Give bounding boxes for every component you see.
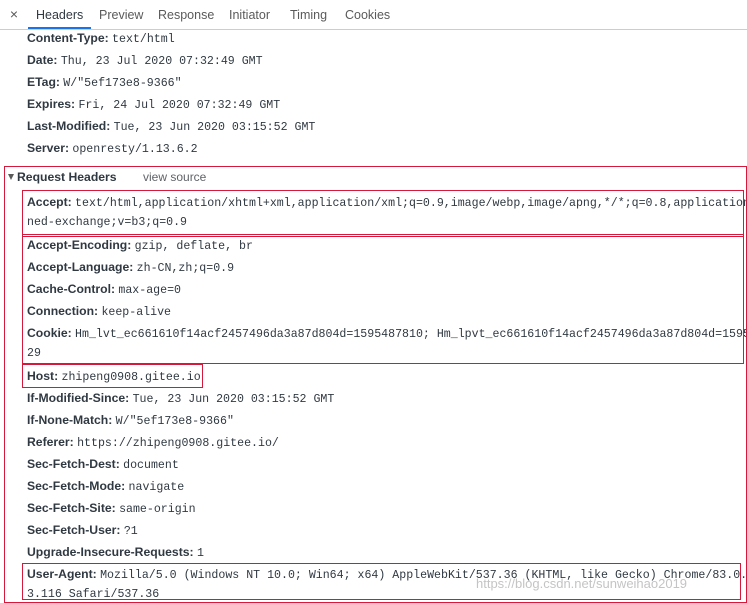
header-name: Accept-Encoding:: [27, 238, 132, 252]
header-value: text/html: [112, 33, 175, 46]
header-value: W/"5ef173e8-9366": [115, 415, 234, 428]
request-header-row: Cache-Control: max-age=0: [27, 282, 181, 298]
header-name: Accept-Language:: [27, 260, 134, 274]
header-value: zhipeng0908.gitee.io: [61, 371, 201, 384]
header-name: Upgrade-Insecure-Requests:: [27, 545, 194, 559]
tab-headers[interactable]: Headers: [28, 0, 92, 29]
section-title: Request Headers: [17, 170, 117, 184]
header-name: Accept:: [27, 195, 72, 209]
tab-preview[interactable]: Preview: [91, 0, 151, 29]
tab-bar: × Headers Preview Response Initiator Tim…: [0, 0, 747, 30]
response-header-row: Date: Thu, 23 Jul 2020 07:32:49 GMT: [27, 53, 263, 69]
header-value: 1: [196, 547, 204, 560]
response-header-row: ETag: W/"5ef173e8-9366": [27, 75, 182, 91]
header-name: Cookie:: [27, 326, 72, 340]
header-name: Content-Type:: [27, 31, 109, 45]
header-name: Server:: [27, 141, 70, 155]
header-value: zh-CN,zh;q=0.9: [136, 262, 235, 275]
header-value: max-age=0: [118, 284, 181, 297]
header-value: Fri, 24 Jul 2020 07:32:49 GMT: [78, 99, 281, 112]
response-header-row: Expires: Fri, 24 Jul 2020 07:32:49 GMT: [27, 97, 280, 113]
header-value: text/html,application/xhtml+xml,applicat…: [75, 197, 747, 210]
header-name: Last-Modified:: [27, 119, 111, 133]
header-name: Host:: [27, 369, 59, 383]
header-name: Sec-Fetch-Site:: [27, 501, 116, 515]
tab-cookies[interactable]: Cookies: [337, 0, 398, 29]
header-name: Sec-Fetch-Mode:: [27, 479, 126, 493]
header-name: If-Modified-Since:: [27, 391, 130, 405]
header-value: gzip, deflate, br: [134, 240, 253, 253]
tab-initiator[interactable]: Initiator: [221, 0, 278, 29]
header-value-continuation: 3.116 Safari/537.36: [27, 588, 160, 601]
request-header-row: Cookie: Hm_lvt_ec661610f14acf2457496da3a…: [27, 326, 747, 342]
request-header-row: Sec-Fetch-User: ?1: [27, 523, 138, 539]
header-name: If-None-Match:: [27, 413, 113, 427]
request-header-row: Sec-Fetch-Site: same-origin: [27, 501, 196, 517]
header-name: Expires:: [27, 97, 76, 111]
request-header-row: Sec-Fetch-Dest: document: [27, 457, 179, 473]
request-header-row: Referer: https://zhipeng0908.gitee.io/: [27, 435, 279, 451]
header-value: Hm_lvt_ec661610f14acf2457496da3a87d804d=…: [75, 328, 747, 341]
header-value: keep-alive: [101, 306, 172, 319]
request-header-row: Accept: text/html,application/xhtml+xml,…: [27, 195, 747, 211]
request-header-row: If-Modified-Since: Tue, 23 Jun 2020 03:1…: [27, 391, 334, 407]
header-value: Tue, 23 Jun 2020 03:15:52 GMT: [113, 121, 316, 134]
close-icon[interactable]: ×: [6, 6, 22, 22]
request-headers-toggle[interactable]: Request Headers: [8, 170, 117, 184]
request-header-row: Sec-Fetch-Mode: navigate: [27, 479, 184, 495]
header-name: Date:: [27, 53, 58, 67]
request-header-row: Accept-Language: zh-CN,zh;q=0.9: [27, 260, 234, 276]
request-header-row: If-None-Match: W/"5ef173e8-9366": [27, 413, 234, 429]
request-header-row: Accept-Encoding: gzip, deflate, br: [27, 238, 253, 254]
header-name: Connection:: [27, 304, 99, 318]
expand-triangle-icon: [8, 174, 14, 180]
header-name: Sec-Fetch-User:: [27, 523, 121, 537]
header-value: openresty/1.13.6.2: [72, 143, 198, 156]
tab-timing[interactable]: Timing: [282, 0, 335, 29]
header-name: Cache-Control:: [27, 282, 116, 296]
header-name: Sec-Fetch-Dest:: [27, 457, 120, 471]
header-name: User-Agent:: [27, 567, 97, 581]
response-header-row: Server: openresty/1.13.6.2: [27, 141, 198, 157]
header-value: ?1: [123, 525, 138, 538]
request-header-row: Upgrade-Insecure-Requests: 1: [27, 545, 204, 561]
header-value: W/"5ef173e8-9366": [63, 77, 182, 90]
header-value: navigate: [128, 481, 185, 494]
header-value-continuation: ned-exchange;v=b3;q=0.9: [27, 216, 188, 229]
request-header-row: Host: zhipeng0908.gitee.io: [27, 369, 201, 385]
watermark: https://blog.csdn.net/sunweihao2019: [476, 576, 688, 591]
header-value: Tue, 23 Jun 2020 03:15:52 GMT: [132, 393, 335, 406]
header-value: document: [123, 459, 179, 472]
header-value: same-origin: [119, 503, 196, 516]
header-value: Thu, 23 Jul 2020 07:32:49 GMT: [60, 55, 263, 68]
response-header-row: Content-Type: text/html: [27, 31, 175, 47]
tab-response[interactable]: Response: [150, 0, 222, 29]
header-value: https://zhipeng0908.gitee.io/: [77, 437, 279, 450]
header-value-continuation: 29: [27, 347, 41, 360]
request-header-row: Connection: keep-alive: [27, 304, 171, 320]
header-name: Referer:: [27, 435, 74, 449]
view-source-link[interactable]: view source: [143, 170, 206, 184]
header-name: ETag:: [27, 75, 60, 89]
response-header-row: Last-Modified: Tue, 23 Jun 2020 03:15:52…: [27, 119, 315, 135]
